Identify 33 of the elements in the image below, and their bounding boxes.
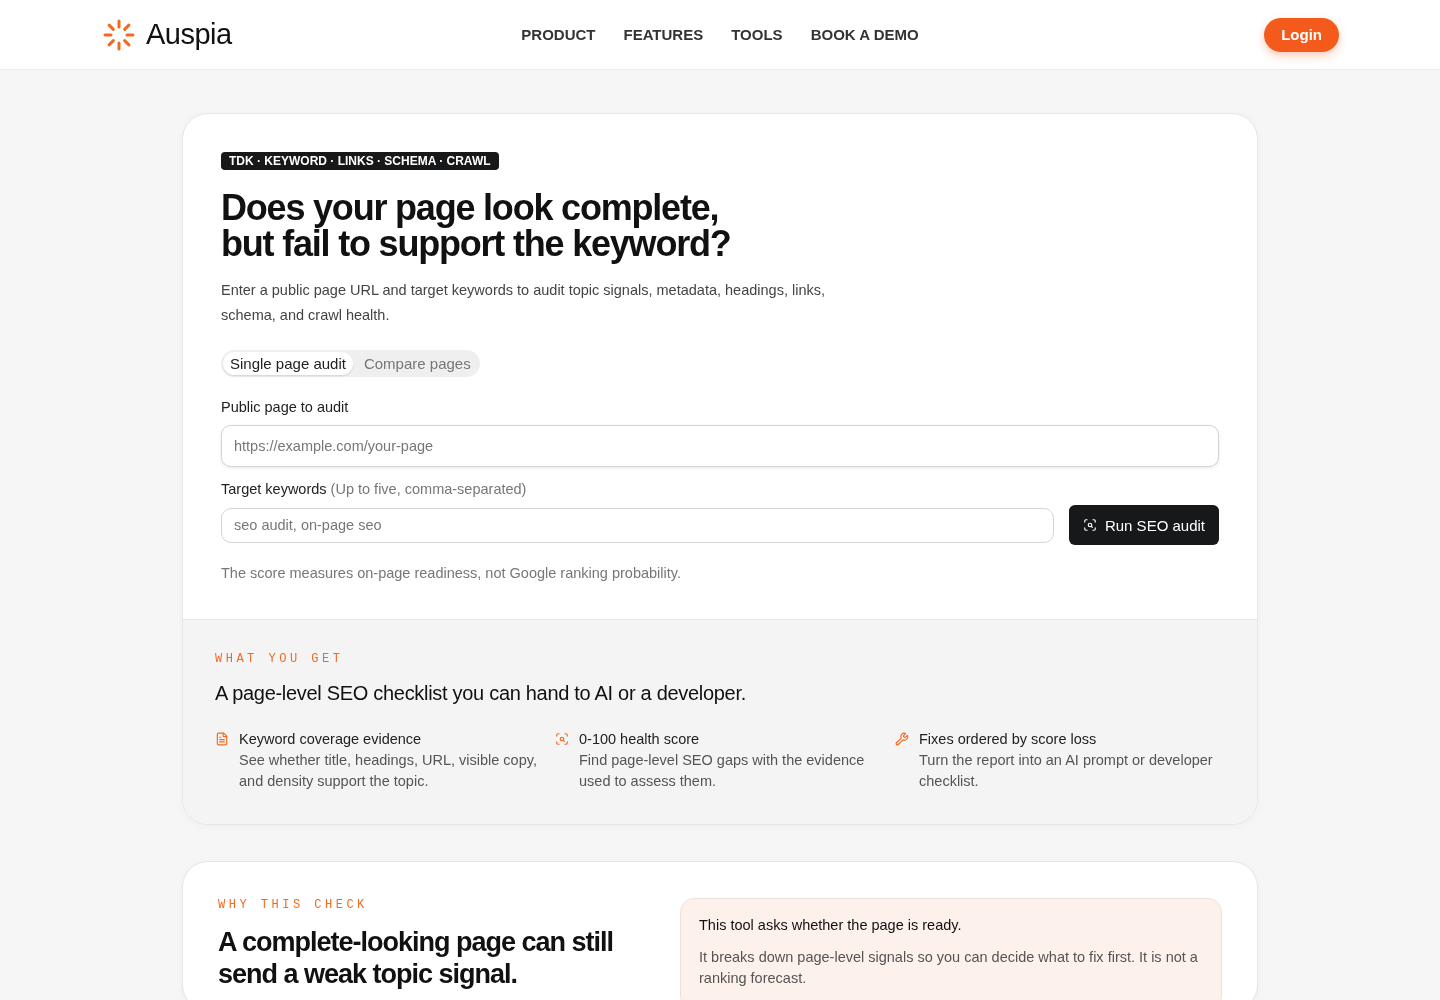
scan-icon <box>1082 518 1097 532</box>
score-note: The score measures on-page readiness, not Google ranking probability. <box>221 565 681 581</box>
nav-link[interactable]: BOOK A DEMO <box>810 26 919 43</box>
nav-link[interactable]: TOOLS <box>731 26 783 43</box>
section-title: A page-level SEO checklist you can hand to AI or a developer. <box>215 682 747 705</box>
scan-icon <box>555 732 569 746</box>
nav-link[interactable]: FEATURES <box>623 26 704 43</box>
topic-badge: TDK · KEYWORD · LINKS · SCHEMA · CRAWL <box>221 152 499 170</box>
feature-text: Find page-level SEO gaps with the evidence used to assess them. <box>579 751 866 791</box>
url-input[interactable]: https://example.com/your-page <box>221 425 1219 467</box>
document-icon <box>215 732 229 746</box>
feature-title: Keyword coverage evidence <box>239 730 423 749</box>
feature-text: See whether title, headings, URL, visible copy, and density support the topic. <box>239 751 538 791</box>
feature-title: 0-100 health score <box>579 730 701 749</box>
hero-title: Does your page look complete, but fail to support the keyword? <box>221 190 731 262</box>
callout-text: It breaks down page-level signals so you can decide what to fix first. It is not a ranking forecast. <box>699 948 1199 988</box>
nav-link[interactable]: PRODUCT <box>521 26 596 43</box>
callout-title: This tool asks whether the page is ready. <box>699 917 963 933</box>
section-eyebrow: WHAT YOU GET <box>215 652 345 666</box>
feature-title: Fixes ordered by score loss <box>919 730 1098 749</box>
mode-tab[interactable]: Single page audit <box>223 352 353 375</box>
keywords-input[interactable]: seo audit, on-page seo <box>221 507 1054 543</box>
field-label: Public page to audit <box>221 399 349 415</box>
section-eyebrow: WHY THIS CHECK <box>218 898 369 912</box>
hero-description: Enter a public page URL and target keywords to audit topic signals, metadata, headings, links, schema, and crawl health. <box>221 281 826 325</box>
wrench-icon <box>895 732 909 746</box>
field-label: Target keywords <box>221 481 327 497</box>
feature-text: Turn the report into an AI prompt or developer checklist. <box>919 751 1214 791</box>
field-hint: (Up to five, comma-separated) <box>330 481 527 497</box>
run-audit-button[interactable]: Run SEO audit <box>1068 505 1219 545</box>
section-title: A complete-looking page can still send a weak topic signal. <box>218 926 615 990</box>
brand-name[interactable]: Auspia <box>146 18 232 51</box>
mode-tab[interactable]: Compare pages <box>356 352 478 375</box>
